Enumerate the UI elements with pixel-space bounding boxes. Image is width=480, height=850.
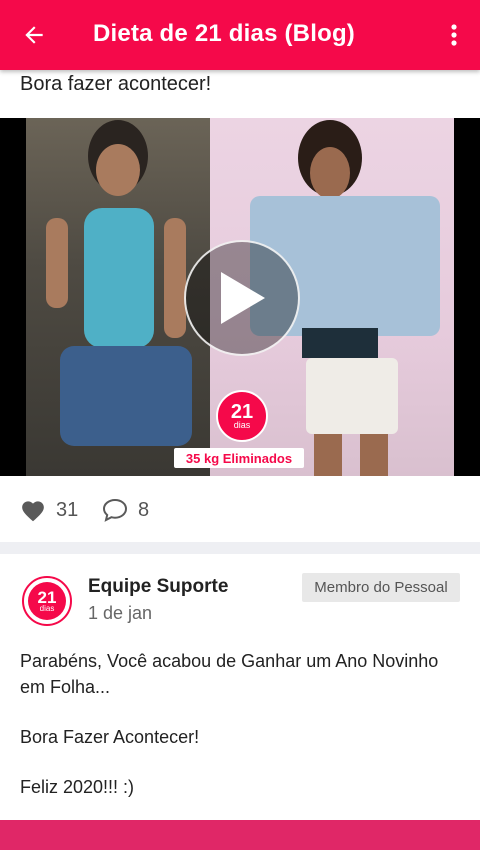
comment-body: Parabéns, Você acabou de Ganhar um Ano N… bbox=[20, 648, 460, 800]
back-button[interactable] bbox=[18, 19, 50, 51]
post-date: 1 de jan bbox=[88, 603, 153, 623]
play-icon bbox=[221, 272, 265, 324]
comment-line: Feliz 2020!!! :) bbox=[20, 777, 135, 797]
author-name[interactable]: Equipe Suporte bbox=[88, 576, 228, 598]
post-text: Bora fazer acontecer! bbox=[20, 73, 212, 95]
weight-loss-banner: 35 kg Eliminados bbox=[174, 448, 304, 468]
more-options-button[interactable] bbox=[442, 19, 466, 51]
brand-badge: 21 dias bbox=[216, 390, 268, 442]
avatar[interactable]: 21 dias bbox=[22, 576, 72, 626]
heart-icon bbox=[22, 501, 44, 522]
comment-card: 21 dias Equipe Suporte 1 de jan Membro d… bbox=[0, 554, 480, 820]
app-bar: Dieta de 21 dias (Blog) bbox=[0, 0, 480, 70]
comment-icon bbox=[102, 498, 128, 522]
post-actions: 31 8 bbox=[0, 476, 480, 543]
arrow-left-icon bbox=[25, 26, 43, 44]
page-title: Dieta de 21 dias (Blog) bbox=[93, 20, 355, 47]
comment-line: Bora Fazer Acontecer! bbox=[20, 727, 200, 747]
before-photo bbox=[26, 118, 210, 476]
more-vertical-icon bbox=[451, 24, 457, 46]
staff-badge: Membro do Pessoal bbox=[302, 573, 460, 602]
comment-count: 8 bbox=[138, 498, 150, 521]
play-button[interactable] bbox=[184, 240, 300, 356]
bottom-bar bbox=[0, 820, 480, 850]
like-count: 31 bbox=[56, 498, 79, 521]
feed-separator bbox=[0, 542, 480, 554]
like-button[interactable]: 31 bbox=[20, 498, 78, 522]
comment-button[interactable]: 8 bbox=[102, 498, 149, 522]
comment-line: Parabéns, Você acabou de Ganhar um Ano N… bbox=[20, 651, 439, 697]
video-player[interactable]: 21 dias 35 kg Eliminados bbox=[0, 118, 480, 476]
